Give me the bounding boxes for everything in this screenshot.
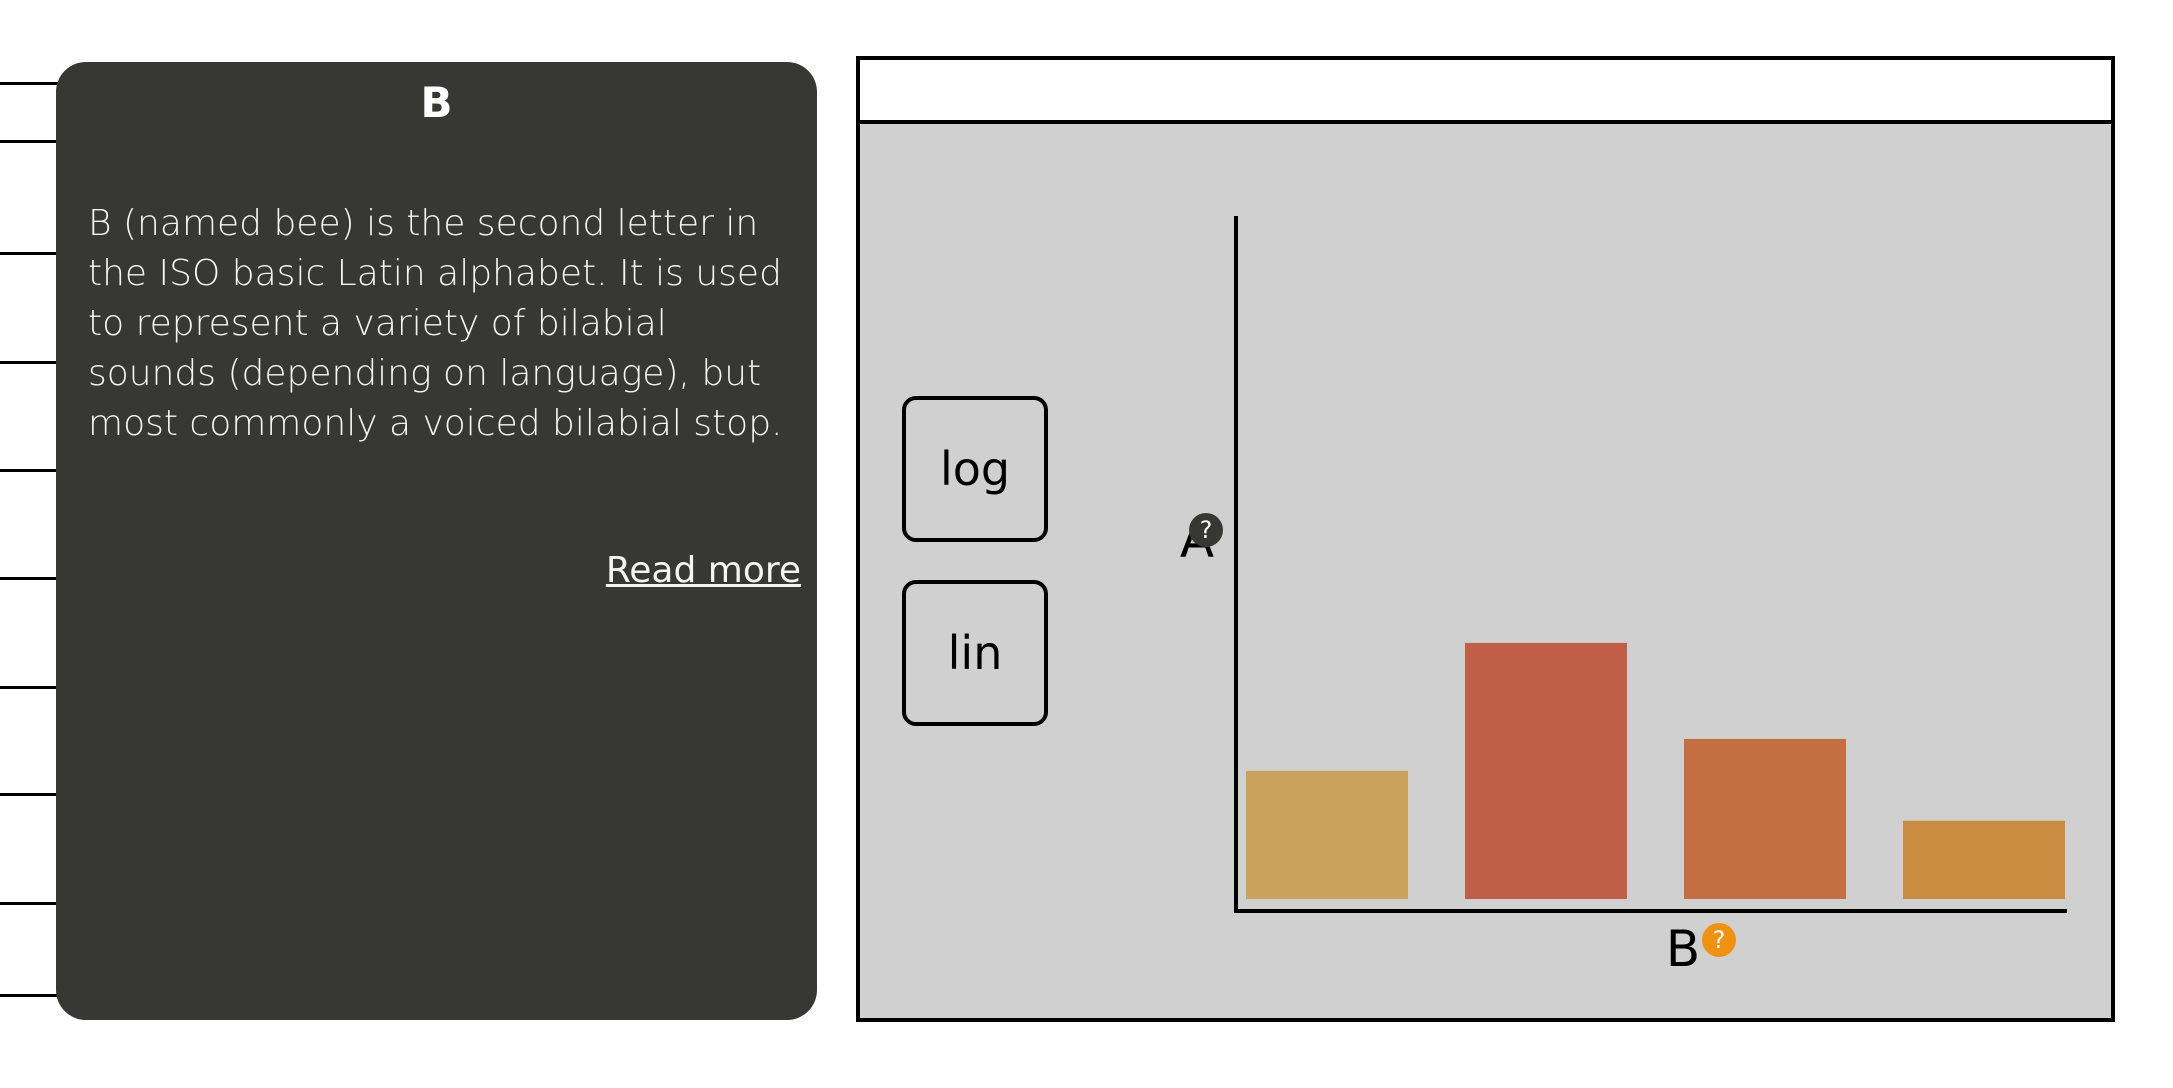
bar-3[interactable]: [1684, 738, 1846, 899]
info-title: B: [420, 78, 453, 127]
x-help-icon-glyph: ?: [1713, 926, 1726, 954]
chart-window: log lin A ? B ?: [856, 56, 2115, 1022]
read-more-link[interactable]: Read more: [606, 550, 801, 591]
bar-2[interactable]: [1465, 642, 1627, 899]
x-axis-label: B: [1666, 920, 1700, 978]
bar-chart: A ? B ?: [1180, 216, 2067, 978]
y-help-icon[interactable]: ?: [1189, 513, 1223, 547]
info-panel: B B (named bee) is the second letter in …: [56, 62, 817, 1020]
x-help-icon[interactable]: ?: [1702, 923, 1736, 957]
info-description: B (named bee) is the second letter in th…: [88, 203, 783, 444]
bar-1[interactable]: [1246, 770, 1408, 899]
bar-4[interactable]: [1903, 820, 2065, 899]
y-help-icon-glyph: ?: [1200, 516, 1213, 544]
bars-group: [1246, 642, 2065, 899]
